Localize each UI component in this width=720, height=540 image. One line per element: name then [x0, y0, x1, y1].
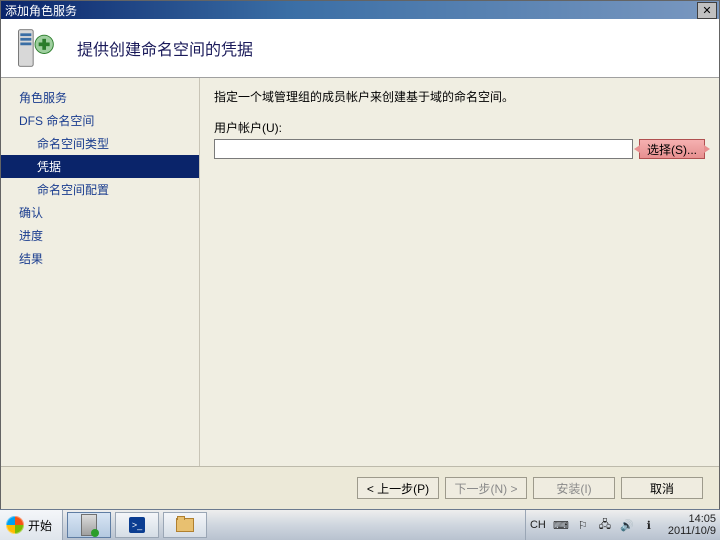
wizard-footer: < 上一步(P) 下一步(N) > 安装(I) 取消 — [1, 466, 719, 509]
clock-time: 14:05 — [668, 513, 716, 525]
action-center-icon[interactable]: ⚐ — [576, 518, 590, 532]
wizard-window: 添加角色服务 ✕ 提供创建命名空间的凭据 角色服务 DFS 命名空间 命名空间类… — [0, 0, 720, 510]
wizard-header: 提供创建命名空间的凭据 — [1, 19, 719, 78]
ime-indicator[interactable]: CH — [530, 519, 546, 531]
select-button[interactable]: 选择(S)... — [639, 139, 705, 159]
info-icon[interactable]: ℹ — [642, 518, 656, 532]
powershell-icon: >_ — [129, 517, 145, 533]
sidebar-item-progress[interactable]: 进度 — [1, 224, 199, 247]
clock[interactable]: 14:05 2011/10/9 — [664, 513, 716, 537]
account-field-row: 选择(S)... — [214, 139, 705, 159]
instruction-text: 指定一个域管理组的成员帐户来创建基于域的命名空间。 — [214, 88, 705, 105]
taskbar-item-explorer[interactable] — [163, 512, 207, 538]
server-manager-icon — [81, 514, 97, 536]
taskbar-item-powershell[interactable]: >_ — [115, 512, 159, 538]
start-button[interactable]: 开始 — [0, 510, 63, 540]
page-title: 提供创建命名空间的凭据 — [77, 36, 253, 60]
taskbar: 开始 >_ CH ⌨ ⚐ 🖧 🔊 ℹ 14:05 2011/10/9 — [0, 509, 720, 540]
install-button: 安装(I) — [533, 477, 615, 499]
sidebar-item-role-services[interactable]: 角色服务 — [1, 86, 199, 109]
sidebar-item-confirm[interactable]: 确认 — [1, 201, 199, 224]
wizard-main: 指定一个域管理组的成员帐户来创建基于域的命名空间。 用户帐户(U): 选择(S)… — [200, 78, 719, 466]
network-icon[interactable]: 🖧 — [598, 518, 612, 532]
server-role-icon — [13, 26, 57, 70]
title-bar: 添加角色服务 ✕ — [1, 1, 719, 19]
wizard-sidebar: 角色服务 DFS 命名空间 命名空间类型 凭据 命名空间配置 确认 进度 结果 — [1, 78, 200, 466]
account-label: 用户帐户(U): — [214, 119, 705, 136]
sidebar-item-credentials[interactable]: 凭据 — [1, 155, 199, 178]
user-account-input[interactable] — [214, 139, 633, 159]
start-label: 开始 — [28, 517, 52, 534]
prev-button[interactable]: < 上一步(P) — [357, 477, 439, 499]
taskbar-item-server-manager[interactable] — [67, 512, 111, 538]
sidebar-item-dfs-namespace[interactable]: DFS 命名空间 — [1, 109, 199, 132]
sidebar-item-result[interactable]: 结果 — [1, 247, 199, 270]
system-tray: CH ⌨ ⚐ 🖧 🔊 ℹ 14:05 2011/10/9 — [525, 510, 720, 540]
close-icon[interactable]: ✕ — [697, 2, 717, 19]
explorer-icon — [176, 518, 194, 532]
keyboard-icon[interactable]: ⌨ — [554, 518, 568, 532]
sidebar-item-namespace-type[interactable]: 命名空间类型 — [1, 132, 199, 155]
volume-icon[interactable]: 🔊 — [620, 518, 634, 532]
wizard-body: 角色服务 DFS 命名空间 命名空间类型 凭据 命名空间配置 确认 进度 结果 … — [1, 78, 719, 466]
next-button: 下一步(N) > — [445, 477, 527, 499]
sidebar-item-namespace-config[interactable]: 命名空间配置 — [1, 178, 199, 201]
cancel-button[interactable]: 取消 — [621, 477, 703, 499]
window-title: 添加角色服务 — [5, 2, 77, 19]
windows-logo-icon — [6, 516, 24, 534]
clock-date: 2011/10/9 — [668, 525, 716, 537]
